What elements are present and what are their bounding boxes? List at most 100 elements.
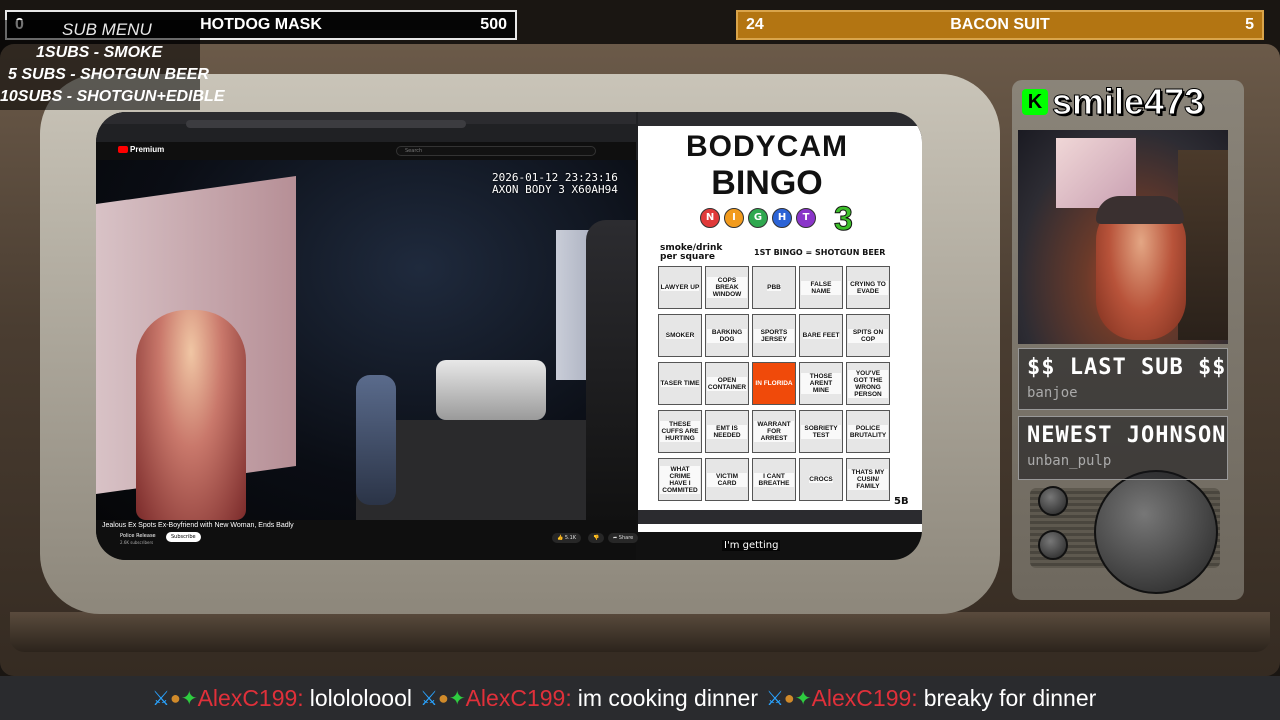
bingo-cell: BARE FEET <box>799 314 843 357</box>
newest-title: NEWEST JOHNSON <box>1027 423 1227 448</box>
like-button[interactable]: 👍 5.1K <box>552 533 582 543</box>
woman-on-camera <box>136 310 246 520</box>
gem-badge-icon: ✦ <box>180 687 198 710</box>
bingo-cell-label: BARE FEET <box>802 332 840 339</box>
bingo-cell-label: POLICE BRUTALITY <box>848 424 888 439</box>
last-sub-title: $$ LAST SUB $$ <box>1027 355 1227 380</box>
bingo-cell: CROCS <box>799 458 843 501</box>
youtube-logo-text: Premium <box>130 145 165 154</box>
chat-message: ⚔ ● ✦ AlexC199: breaky for dinner <box>766 685 1096 712</box>
bystander <box>356 375 396 505</box>
chat-text: im cooking dinner <box>577 684 758 711</box>
night-letter-n: N <box>700 208 720 228</box>
bingo-cell: THATS MY CUSIN/ FAMILY <box>846 458 890 501</box>
tv-base <box>10 612 1270 652</box>
goal-bar-right: 24 BACON SUIT 5 <box>736 10 1264 40</box>
bingo-cell-label: YOU'VE GOT THE WRONG PERSON <box>848 369 888 398</box>
image-viewer-bottom-bar[interactable] <box>638 510 922 524</box>
bingo-cell-label: COPS BREAK WINDOW <box>707 277 747 298</box>
dislike-button[interactable]: 👎 <box>588 533 605 543</box>
video-title: Jealous Ex Spots Ex-Boyfriend with New W… <box>102 522 294 529</box>
address-bar[interactable] <box>186 120 466 128</box>
bingo-cell-label: EMT IS NEEDED <box>707 424 747 439</box>
bingo-cell: IN FLORIDA <box>752 362 796 405</box>
share-label: Share <box>618 535 634 541</box>
bingo-cell-label: SMOKER <box>665 332 695 339</box>
bookmarks-bar[interactable] <box>96 132 646 142</box>
bingo-cell-label: SOBRIETY TEST <box>801 424 841 439</box>
sub-menu-line: 1SUBS - SMOKE <box>36 44 163 61</box>
gem-badge-icon: ✦ <box>448 687 466 710</box>
goal-left-target: 500 <box>480 16 507 33</box>
last-sub-name: banjoe <box>1027 385 1078 401</box>
tv-screen: Premium Search 2026-01-12 23:23:16 AXON B… <box>96 112 922 560</box>
bingo-cell-label: SPORTS JERSEY <box>754 328 794 343</box>
webcam-feed <box>1018 130 1228 344</box>
bingo-cell: FALSE NAME <box>799 266 843 309</box>
sword-badge-icon: ⚔ <box>152 687 170 710</box>
chat-username: AlexC199: <box>811 684 918 711</box>
bingo-cell: SMOKER <box>658 314 702 357</box>
chat-text: breaky for dinner <box>923 684 1097 711</box>
subscribe-button[interactable]: Subscribe <box>166 532 201 542</box>
channel-name[interactable]: Police Release <box>120 533 156 539</box>
bingo-cell: WHAT CRIME HAVE I COMMITED <box>658 458 702 501</box>
bingo-cell: THESE CUFFS ARE HURTING <box>658 410 702 453</box>
bingo-cell-label: THATS MY CUSIN/ FAMILY <box>848 469 888 490</box>
bingo-cell: COPS BREAK WINDOW <box>705 266 749 309</box>
sub-menu-line: 10SUBS - SHOTGUN+EDIBLE <box>0 88 225 105</box>
sub-menu-panel: SUB MENU 1SUBS - SMOKE 5 SUBS - SHOTGUN … <box>0 20 224 110</box>
video-caption: I'm getting <box>722 540 781 551</box>
bingo-cell-label: BARKING DOG <box>707 328 747 343</box>
bingo-cell: CRYING TO EVADE <box>846 266 890 309</box>
chat-ticker: ⚔ ● ✦ AlexC199: lolololoool ⚔ ● ✦ AlexC1… <box>0 676 1280 720</box>
bingo-cell-label: PBB <box>767 284 781 291</box>
bingo-cell-label: WARRANT FOR ARREST <box>754 421 794 442</box>
chat-message: ⚔ ● ✦ AlexC199: lolololoool <box>152 685 412 712</box>
sword-badge-icon: ⚔ <box>420 687 438 710</box>
bingo-cell-label: IN FLORIDA <box>755 380 793 387</box>
bingo-cell-label: FALSE NAME <box>801 280 841 295</box>
bodycam-overlay: 2026-01-12 23:23:16 AXON BODY 3 X60AH94 <box>492 172 618 196</box>
last-sub-panel: $$ LAST SUB $$ banjoe <box>1018 348 1228 410</box>
bingo-cell: BARKING DOG <box>705 314 749 357</box>
hotdog-badge-icon: ● <box>437 687 449 708</box>
bingo-cell-label: VICTIM CARD <box>707 472 747 487</box>
share-button[interactable]: ➦ Share <box>608 533 639 543</box>
kick-logo-icon: K <box>1022 89 1048 115</box>
goal-right-target: 5 <box>1245 16 1254 33</box>
newest-name: unban_pulp <box>1027 453 1112 469</box>
video-player[interactable] <box>96 160 636 520</box>
youtube-search-input[interactable]: Search <box>396 146 596 156</box>
bingo-cell-label: CROCS <box>809 476 833 483</box>
chat-text: lolololoool <box>309 684 413 711</box>
image-viewer-toolbar[interactable] <box>638 112 922 126</box>
police-car <box>436 360 546 420</box>
bingo-cell-label: SPITS ON COP <box>848 328 888 343</box>
night-letter-g: G <box>748 208 768 228</box>
newest-panel: NEWEST JOHNSON unban_pulp <box>1018 416 1228 480</box>
night-letter-i: I <box>724 208 744 228</box>
bingo-cell-label: THOSE ARENT MINE <box>801 373 841 394</box>
sub-menu-title: SUB MENU <box>62 20 152 39</box>
bingo-cell: SPITS ON COP <box>846 314 890 357</box>
chat-message: ⚔ ● ✦ AlexC199: im cooking dinner <box>420 685 758 712</box>
bingo-cell-label: CRYING TO EVADE <box>848 280 888 295</box>
youtube-logo[interactable]: Premium <box>118 145 164 154</box>
chat-username: AlexC199: <box>197 684 304 711</box>
bingo-cell: I CANT BREATHE <box>752 458 796 501</box>
bingo-cell: THOSE ARENT MINE <box>799 362 843 405</box>
bingo-title-line2: BINGO <box>711 164 823 202</box>
sword-badge-icon: ⚔ <box>765 687 784 710</box>
bingo-card-viewer: BODYCAM BINGO N I G H T 3 smoke/drink pe… <box>638 112 922 532</box>
bingo-cell: VICTIM CARD <box>705 458 749 501</box>
bingo-cell: PBB <box>752 266 796 309</box>
bingo-cell-label: THESE CUFFS ARE HURTING <box>660 421 700 442</box>
bingo-cell: POLICE BRUTALITY <box>846 410 890 453</box>
hotdog-badge-icon: ● <box>783 687 795 708</box>
youtube-play-icon <box>118 146 128 153</box>
bingo-cell: YOU'VE GOT THE WRONG PERSON <box>846 362 890 405</box>
bingo-cell: WARRANT FOR ARREST <box>752 410 796 453</box>
bingo-cell: TASER TIME <box>658 362 702 405</box>
night-letter-h: H <box>772 208 792 228</box>
